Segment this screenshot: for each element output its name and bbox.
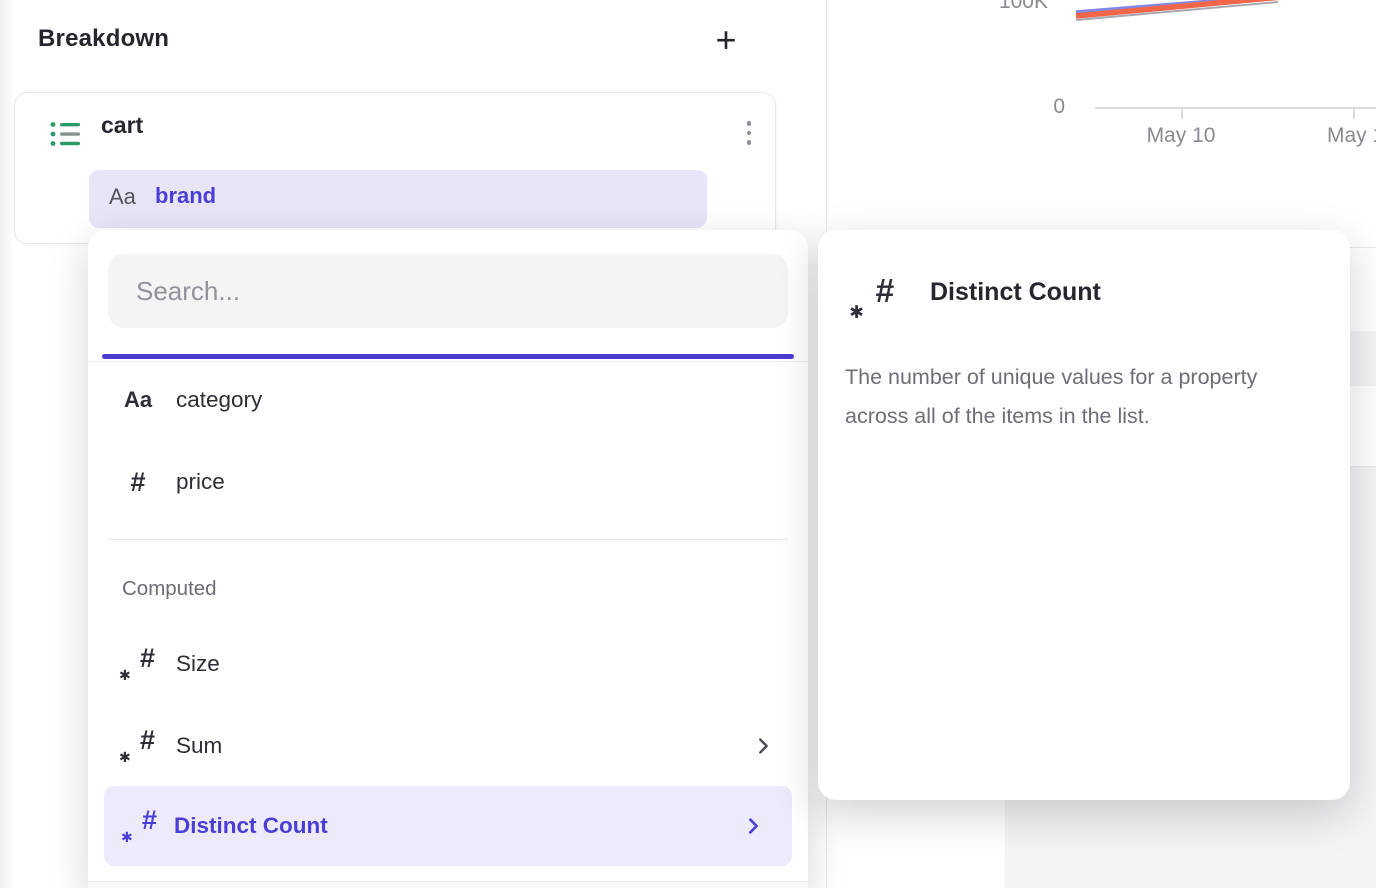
text-property-icon: Aa (109, 184, 136, 210)
kebab-menu-icon (747, 121, 752, 126)
app-screen: 100K 0 May 10 May 1 Breakdown + cart Aa … (0, 0, 1376, 888)
add-breakdown-button[interactable]: + (704, 18, 748, 62)
computed-label: Sum (176, 733, 222, 759)
chevron-right-icon (742, 815, 764, 837)
plus-icon: + (715, 19, 736, 61)
computed-number-icon: # ✱ (123, 648, 153, 680)
property-label: price (176, 469, 225, 495)
chart-series-lines (826, 0, 1376, 60)
x-axis-tick (1181, 109, 1183, 119)
text-property-icon: Aa (124, 387, 152, 413)
number-property-icon: # (130, 467, 145, 498)
property-tooltip-popover: # ✱ Distinct Count The number of unique … (818, 230, 1350, 800)
tooltip-title: Distinct Count (930, 278, 1101, 307)
search-input[interactable] (108, 254, 788, 328)
y-axis-tick-label: 100K (983, 0, 1048, 14)
property-item-category[interactable]: Aa category (88, 371, 808, 429)
section-label-computed: Computed (122, 577, 217, 601)
list-property-icon (50, 120, 82, 148)
subproperty-label: brand (155, 183, 216, 209)
x-axis-line (1095, 107, 1376, 109)
breakdown-card-cart: cart Aa brand (14, 92, 776, 244)
computed-label: Distinct Count (174, 813, 328, 839)
card-options-button[interactable] (731, 111, 767, 155)
property-label: category (176, 387, 262, 413)
y-axis-tick-label: 0 (1016, 95, 1065, 119)
property-picker-dropdown: Aa category # price Computed # ✱ Size # … (88, 230, 808, 888)
computed-number-icon: # ✱ (123, 730, 153, 762)
section-title-breakdown: Breakdown (38, 25, 169, 53)
property-item-price[interactable]: # price (88, 453, 808, 511)
computed-item-distinct-count[interactable]: # ✱ Distinct Count (104, 786, 792, 866)
x-axis-tick-label: May 10 (1131, 124, 1231, 148)
computed-label: Size (176, 651, 220, 677)
tooltip-description: The number of unique values for a proper… (845, 358, 1325, 436)
breakdown-property-name[interactable]: cart (101, 112, 143, 139)
dropdown-footer (88, 882, 808, 888)
computed-item-size[interactable]: # ✱ Size (88, 635, 808, 693)
selected-subproperty-brand[interactable]: Aa brand (89, 170, 707, 228)
left-edge-shadow (0, 0, 14, 888)
x-axis-tick-label: May 1 (1327, 124, 1376, 148)
chevron-right-icon (752, 735, 774, 757)
section-divider (108, 539, 788, 540)
computed-item-sum[interactable]: # ✱ Sum (88, 717, 808, 775)
x-axis-tick (1353, 109, 1355, 119)
computed-number-icon: # ✱ (125, 810, 155, 842)
computed-number-icon: # ✱ (854, 278, 892, 318)
tab-bar-border (88, 361, 808, 362)
line-chart: 100K 0 May 10 May 1 (826, 0, 1376, 230)
active-tab-indicator (102, 354, 794, 359)
